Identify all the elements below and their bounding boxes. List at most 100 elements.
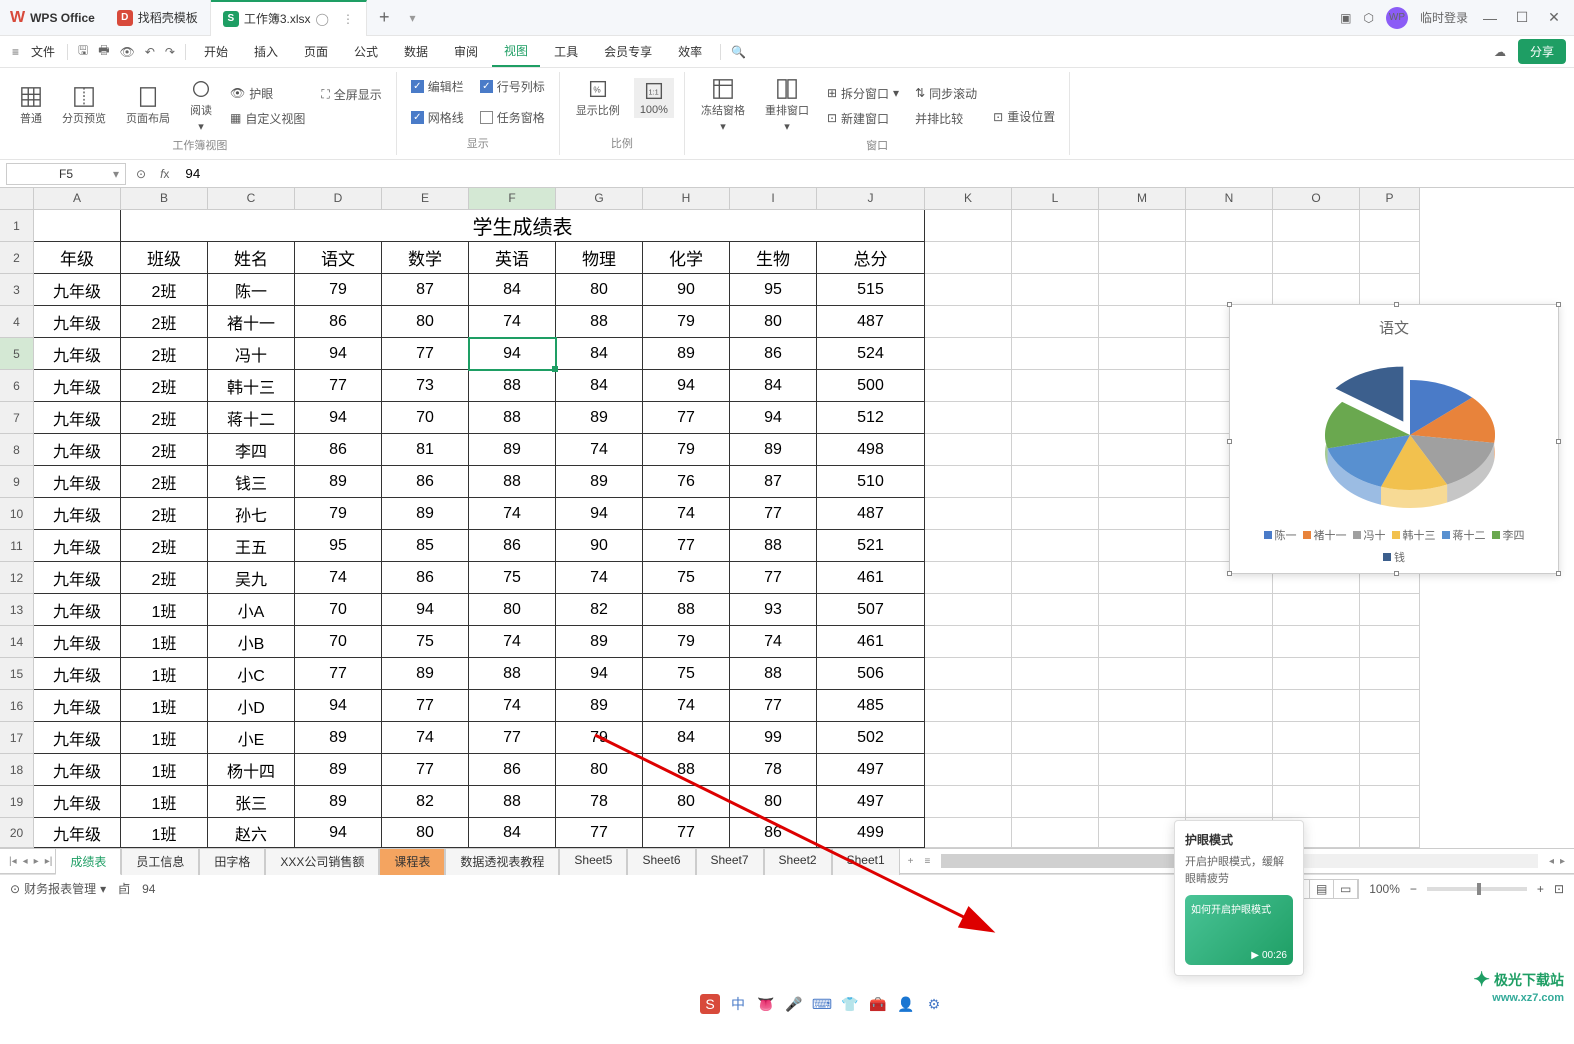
cell[interactable]: 93 bbox=[730, 594, 817, 626]
row-header[interactable]: 3 bbox=[0, 274, 34, 306]
cell[interactable]: 89 bbox=[556, 402, 643, 434]
col-header[interactable]: A bbox=[34, 188, 121, 210]
cell[interactable]: 77 bbox=[556, 818, 643, 848]
cell[interactable]: 九年级 bbox=[34, 754, 121, 786]
layout-icon[interactable]: ▣ bbox=[1340, 11, 1351, 25]
cell[interactable]: 94 bbox=[643, 370, 730, 402]
menu-insert[interactable]: 插入 bbox=[242, 37, 290, 66]
col-header[interactable]: K bbox=[925, 188, 1012, 210]
cell[interactable]: 钱三 bbox=[208, 466, 295, 498]
cell[interactable]: 75 bbox=[382, 626, 469, 658]
view-read-icon[interactable]: ▭ bbox=[1334, 880, 1358, 898]
add-sheet-button[interactable]: + bbox=[900, 856, 922, 867]
cell[interactable] bbox=[1273, 690, 1360, 722]
minimize-icon[interactable]: — bbox=[1480, 10, 1500, 26]
col-header[interactable]: H bbox=[643, 188, 730, 210]
cell[interactable]: 韩十三 bbox=[208, 370, 295, 402]
cell[interactable]: 86 bbox=[295, 434, 382, 466]
cell[interactable]: 80 bbox=[556, 274, 643, 306]
scroll-right-icon[interactable]: ▸ bbox=[1557, 856, 1568, 867]
status-misc-icon[interactable]: 卣 bbox=[118, 880, 130, 897]
cell[interactable]: 2班 bbox=[121, 562, 208, 594]
zoom-slider[interactable] bbox=[1427, 887, 1527, 891]
cell[interactable]: 89 bbox=[295, 754, 382, 786]
row-header[interactable]: 5 bbox=[0, 338, 34, 370]
formula-input[interactable] bbox=[179, 163, 1568, 185]
cell[interactable]: 80 bbox=[556, 754, 643, 786]
ime-user-icon[interactable]: 👤 bbox=[896, 994, 916, 1014]
name-box[interactable]: F5 bbox=[6, 163, 126, 185]
cell[interactable]: 75 bbox=[643, 562, 730, 594]
cell[interactable]: 88 bbox=[469, 658, 556, 690]
cell[interactable] bbox=[1012, 210, 1099, 242]
cell[interactable] bbox=[1012, 466, 1099, 498]
cell[interactable] bbox=[1012, 722, 1099, 754]
col-header[interactable]: J bbox=[817, 188, 925, 210]
cell[interactable]: 79 bbox=[643, 626, 730, 658]
cell[interactable] bbox=[1186, 626, 1273, 658]
cell[interactable] bbox=[925, 594, 1012, 626]
cell[interactable] bbox=[1099, 658, 1186, 690]
cell[interactable]: 1班 bbox=[121, 594, 208, 626]
cell[interactable]: 74 bbox=[556, 562, 643, 594]
cell[interactable] bbox=[1099, 690, 1186, 722]
cell[interactable]: 86 bbox=[469, 754, 556, 786]
cell[interactable] bbox=[1360, 690, 1420, 722]
cell[interactable]: 73 bbox=[382, 370, 469, 402]
row-header[interactable]: 15 bbox=[0, 658, 34, 690]
cell[interactable] bbox=[1012, 626, 1099, 658]
cell[interactable]: 74 bbox=[469, 690, 556, 722]
row-header[interactable]: 2 bbox=[0, 242, 34, 274]
cell[interactable] bbox=[1012, 754, 1099, 786]
cell[interactable]: 506 bbox=[817, 658, 925, 690]
cell[interactable] bbox=[925, 434, 1012, 466]
menu-start[interactable]: 开始 bbox=[192, 37, 240, 66]
cell[interactable] bbox=[1273, 658, 1360, 690]
cell[interactable]: 74 bbox=[730, 626, 817, 658]
cell[interactable]: 85 bbox=[382, 530, 469, 562]
cell[interactable]: 75 bbox=[643, 658, 730, 690]
cell[interactable]: 500 bbox=[817, 370, 925, 402]
col-header[interactable]: O bbox=[1273, 188, 1360, 210]
nav-last-icon[interactable]: ▸| bbox=[42, 856, 56, 867]
cell[interactable]: 94 bbox=[382, 594, 469, 626]
header-cell[interactable]: 年级 bbox=[34, 242, 121, 274]
menu-page[interactable]: 页面 bbox=[292, 37, 340, 66]
cell[interactable]: 512 bbox=[817, 402, 925, 434]
row-header[interactable]: 12 bbox=[0, 562, 34, 594]
cell[interactable]: 1班 bbox=[121, 786, 208, 818]
cell[interactable]: 80 bbox=[469, 594, 556, 626]
sheet-tab[interactable]: Sheet5 bbox=[559, 848, 627, 875]
cell[interactable]: 94 bbox=[295, 818, 382, 848]
tooltip-video-card[interactable]: 如何开启护眼模式 ▶ 00:26 bbox=[1185, 895, 1293, 965]
cell[interactable]: 70 bbox=[382, 402, 469, 434]
cell[interactable] bbox=[1360, 626, 1420, 658]
cell[interactable] bbox=[1012, 690, 1099, 722]
cell[interactable] bbox=[1186, 658, 1273, 690]
maximize-icon[interactable]: ☐ bbox=[1512, 9, 1532, 26]
save-icon[interactable]: 🖫 bbox=[74, 37, 92, 66]
cell[interactable]: 九年级 bbox=[34, 690, 121, 722]
sheet-tab[interactable]: 数据透视表教程 bbox=[445, 848, 559, 875]
cell[interactable]: 王五 bbox=[208, 530, 295, 562]
cell[interactable]: 88 bbox=[730, 530, 817, 562]
cell[interactable]: 77 bbox=[730, 498, 817, 530]
cell[interactable]: 86 bbox=[382, 562, 469, 594]
cell[interactable]: 2班 bbox=[121, 306, 208, 338]
cell[interactable]: 89 bbox=[730, 434, 817, 466]
cell[interactable]: 74 bbox=[469, 626, 556, 658]
cell[interactable] bbox=[1099, 594, 1186, 626]
cell[interactable]: 88 bbox=[469, 466, 556, 498]
cell[interactable]: 九年级 bbox=[34, 594, 121, 626]
menu-formula[interactable]: 公式 bbox=[342, 37, 390, 66]
cell[interactable]: 88 bbox=[469, 370, 556, 402]
cell[interactable]: 74 bbox=[469, 498, 556, 530]
ime-punct-icon[interactable]: 👅 bbox=[756, 994, 776, 1014]
ime-settings-icon[interactable]: ⚙ bbox=[924, 994, 944, 1014]
header-cell[interactable] bbox=[1012, 242, 1099, 274]
cell[interactable]: 80 bbox=[643, 786, 730, 818]
cell[interactable] bbox=[925, 466, 1012, 498]
cell[interactable]: 502 bbox=[817, 722, 925, 754]
cell[interactable]: 99 bbox=[730, 722, 817, 754]
cell[interactable]: 82 bbox=[556, 594, 643, 626]
